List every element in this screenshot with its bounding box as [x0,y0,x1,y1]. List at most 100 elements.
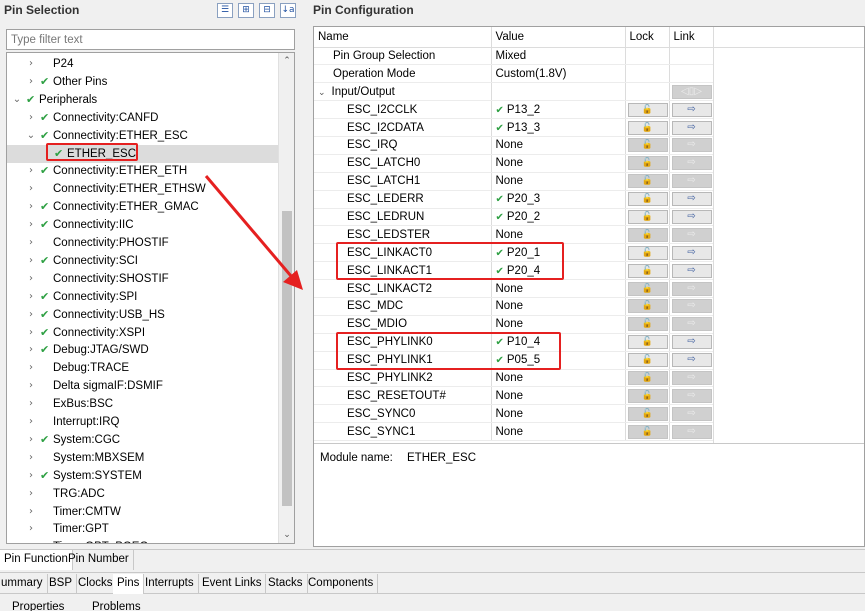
config-row-value[interactable]: Custom(1.8V) [496,68,567,80]
tab-event-links[interactable]: Event Links [198,574,267,594]
pin-value[interactable]: None [496,390,524,402]
tree-item[interactable]: › ✔ System:SYSTEM [7,467,279,485]
tree-item[interactable]: › Debug:TRACE [7,359,279,377]
chevron-right-icon[interactable]: › [25,431,37,449]
collapse-all-icon[interactable]: ⊟ [259,3,275,18]
tree-item[interactable]: ⌄ ✔ Connectivity:ETHER_ESC [7,127,279,145]
pin-row[interactable]: ESC_LEDERR ✔ P20_3 🔓 ⇨ [314,190,714,209]
chevron-right-icon[interactable]: › [25,520,37,538]
pin-row[interactable]: ESC_SYNC0 None 🔓 ⇨ [314,404,714,424]
pin-value-cell[interactable]: ✔ P20_3 [491,190,626,209]
tab-components[interactable]: Components [304,574,379,594]
tree-item[interactable]: › ✔ Connectivity:ETHER_GMAC [7,198,279,216]
link-arrow-icon[interactable]: ⇨ [671,192,712,207]
group-row[interactable]: ⌄ Input/Output ◁▯▷ [314,82,714,102]
value-cell[interactable]: Custom(1.8V) [491,64,626,84]
tab-properties[interactable]: Properties [12,601,64,611]
link-arrow-icon[interactable]: ⇨ [671,245,712,260]
tree-item[interactable]: › ExBus:BSC [7,395,279,413]
link-arrow-icon[interactable]: ⇨ [671,353,712,368]
name-column-header[interactable]: Name [314,27,492,48]
chevron-right-icon[interactable]: › [25,109,37,127]
tab-problems[interactable]: Problems [92,601,141,611]
pin-row[interactable]: ESC_RESETOUT# None 🔓 ⇨ [314,386,714,406]
list-icon[interactable]: ☰ [217,3,233,18]
tree-item[interactable]: › ✔ Connectivity:ETHER_ETH [7,162,279,180]
chevron-right-icon[interactable]: › [25,198,37,216]
tree-item[interactable]: › ✔ Connectivity:XSPI [7,324,279,342]
pin-value[interactable]: P20_2 [507,211,540,223]
chevron-right-icon[interactable]: › [25,288,37,306]
tab-clocks[interactable]: Clocks [74,574,118,594]
pin-value-cell[interactable]: ✔ P13_3 [491,118,626,137]
tab-bsp[interactable]: BSP [45,574,78,594]
filter-input[interactable] [6,29,295,50]
chevron-right-icon[interactable]: › [25,413,37,431]
pin-value[interactable]: None [496,157,524,169]
pin-row[interactable]: ESC_LATCH1 None 🔓 ⇨ [314,172,714,191]
tree-item[interactable]: › ✔ Connectivity:SCI [7,252,279,270]
chevron-right-icon[interactable]: › [25,216,37,234]
tree-item[interactable]: › Connectivity:SHOSTIF [7,270,279,288]
pin-row[interactable]: ESC_I2CCLK ✔ P13_2 🔓 ⇨ [314,100,714,120]
pin-value[interactable]: None [496,229,524,241]
tree-item[interactable]: ⌄ ✔ Peripherals [7,91,279,109]
chevron-right-icon[interactable]: › [25,395,37,413]
tab-stacks[interactable]: Stacks [264,574,308,594]
pin-value-cell[interactable]: None [491,172,626,191]
pin-value[interactable]: P20_3 [507,193,540,205]
pin-value[interactable]: None [496,139,524,151]
pin-value[interactable]: None [496,175,524,187]
pin-value[interactable]: None [496,318,524,330]
tab-interrupts[interactable]: Interrupts [141,574,199,594]
scroll-up-icon[interactable]: ⌃ [279,53,294,69]
tree-item[interactable]: › Timer:CMTW [7,503,279,521]
pin-value-cell[interactable]: None [491,422,626,442]
pin-row[interactable]: ESC_LINKACT2 None 🔓 ⇨ [314,279,714,298]
tree-item[interactable]: › Interrupt:IRQ [7,413,279,431]
lock-icon[interactable]: 🔓 [627,245,668,260]
chevron-right-icon[interactable]: › [25,377,37,395]
link-arrow-icon[interactable]: ⇨ [671,120,712,135]
tab-pin-number[interactable]: Pin Number [64,550,134,570]
pin-value-cell[interactable]: None [491,154,626,173]
chevron-right-icon[interactable]: › [25,306,37,324]
chevron-right-icon[interactable]: › [25,467,37,485]
tab-pin-function[interactable]: Pin Function [0,550,73,570]
pin-row[interactable]: ESC_SYNC1 None 🔓 ⇨ [314,422,714,442]
lock-icon[interactable]: 🔓 [627,120,668,135]
chevron-right-icon[interactable]: › [25,485,37,503]
sort-az-icon[interactable]: ↓a [280,3,296,18]
value-cell[interactable]: Mixed [491,47,626,66]
pin-value[interactable]: None [496,300,524,312]
tree-item[interactable]: › ✔ Connectivity:SPI [7,288,279,306]
pin-value[interactable]: None [496,426,524,438]
chevron-right-icon[interactable]: › [25,503,37,521]
pin-value[interactable]: None [496,372,524,384]
lock-icon[interactable]: 🔓 [627,335,668,350]
tree-scrollbar[interactable]: ⌃ ⌄ [278,53,294,543]
scroll-thumb[interactable] [282,211,292,506]
tree-item[interactable]: › ✔ System:CGC [7,431,279,449]
pin-value-cell[interactable]: None [491,386,626,406]
lock-icon[interactable]: 🔓 [627,353,668,368]
chevron-right-icon[interactable]: › [25,270,37,288]
link-arrow-icon[interactable]: ⇨ [671,263,712,278]
tab-pins[interactable]: Pins [113,574,145,594]
tree-item[interactable]: › Connectivity:ETHER_ETHSW [7,180,279,198]
pin-value-cell[interactable]: None [491,315,626,334]
pin-row[interactable]: ESC_IRQ None 🔓 ⇨ [314,136,714,155]
lock-column-header[interactable]: Lock [625,27,670,48]
lock-icon[interactable]: 🔓 [627,263,668,278]
tree-item[interactable]: › ✔ Debug:JTAG/SWD [7,341,279,359]
pin-value-cell[interactable]: None [491,136,626,155]
tree-item[interactable]: › ✔ Other Pins [7,73,279,91]
config-row-value[interactable]: Mixed [496,50,527,62]
pin-row[interactable]: ESC_LEDRUN ✔ P20_2 🔓 ⇨ [314,208,714,227]
tree-item[interactable]: › ✔ Connectivity:CANFD [7,109,279,127]
pin-value[interactable]: None [496,283,524,295]
tree-item[interactable]: › ✔ Connectivity:IIC [7,216,279,234]
pin-row[interactable]: ESC_I2CDATA ✔ P13_3 🔓 ⇨ [314,118,714,137]
chevron-down-icon[interactable]: ⌄ [11,91,23,109]
chevron-down-icon[interactable]: ⌄ [318,88,326,98]
